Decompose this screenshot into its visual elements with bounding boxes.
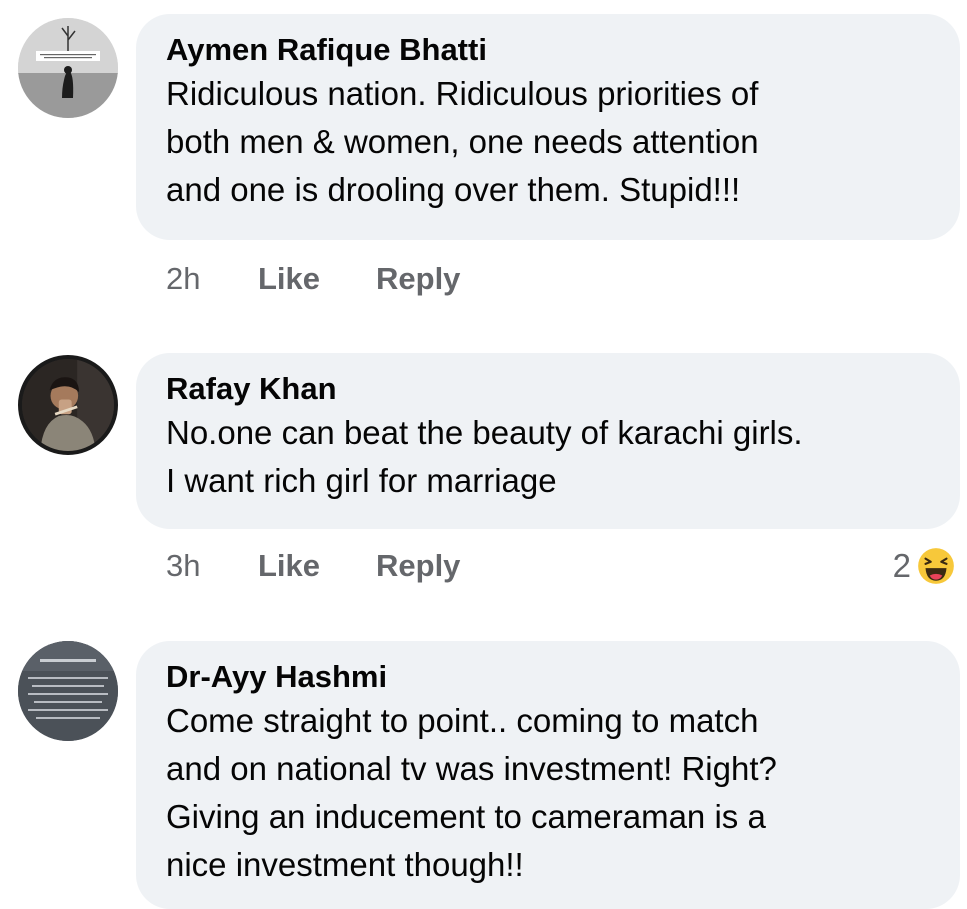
like-button[interactable]: Like (258, 261, 376, 297)
comment-text: No.one can beat the beauty of karachi gi… (166, 414, 803, 499)
comment-bubble: Aymen Rafique Bhatti Ridiculous nation. … (136, 14, 960, 240)
comment-timestamp[interactable]: 2h (166, 261, 258, 297)
comment-text: Come straight to point.. coming to match… (166, 702, 777, 883)
reply-button[interactable]: Reply (376, 261, 460, 297)
like-button[interactable]: Like (258, 548, 376, 584)
comment-author[interactable]: Rafay Khan (166, 369, 930, 409)
comment-actions: 2h Like Reply (166, 259, 460, 299)
reply-button[interactable]: Reply (376, 548, 460, 584)
comment-author[interactable]: Aymen Rafique Bhatti (166, 30, 930, 70)
comment-timestamp[interactable]: 3h (166, 548, 258, 584)
haha-emoji-icon (916, 546, 956, 586)
comment-actions: 3h Like Reply (166, 546, 460, 586)
avatar[interactable] (18, 355, 118, 455)
avatar[interactable] (18, 641, 118, 741)
avatar-image (18, 641, 118, 741)
comment-text: Ridiculous nation. Ridiculous priorities… (166, 75, 759, 208)
comment-bubble: Rafay Khan No.one can beat the beauty of… (136, 353, 960, 529)
reaction-summary[interactable]: 2 (893, 544, 957, 588)
reaction-count: 2 (892, 547, 911, 584)
avatar-image (18, 18, 118, 118)
avatar-image (22, 359, 114, 451)
comment-bubble: Dr-Ayy Hashmi Come straight to point.. c… (136, 641, 960, 909)
comment-author[interactable]: Dr-Ayy Hashmi (166, 657, 930, 697)
avatar[interactable] (18, 18, 118, 118)
